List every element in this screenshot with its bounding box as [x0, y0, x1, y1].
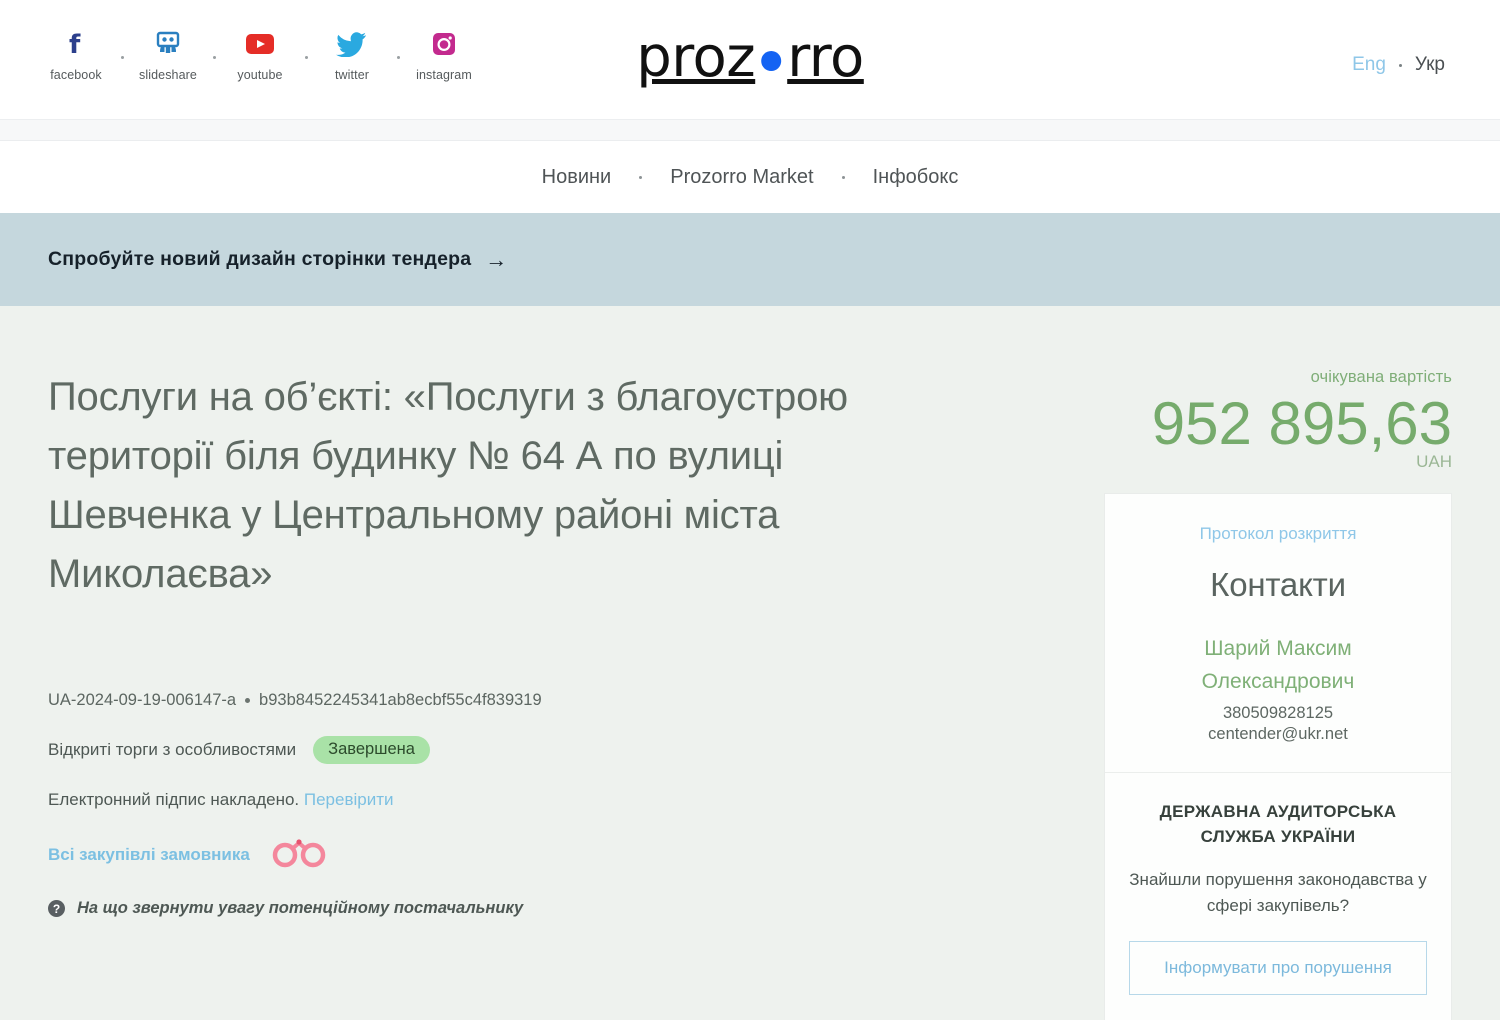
- social-link-instagram[interactable]: instagram: [408, 24, 480, 82]
- tender-links: Всі закупівлі замовника ? На що звернути…: [48, 836, 523, 918]
- social-label: youtube: [237, 68, 283, 82]
- contact-email: centender@ukr.net: [1208, 725, 1348, 744]
- social-links: f facebook slideshare youtube twitter in…: [40, 24, 480, 82]
- audit-service-question: Знайшли порушення законодавства у сфері …: [1129, 870, 1427, 916]
- contacts-section: Протокол розкриття Контакти Шарий Максим…: [1105, 494, 1451, 772]
- new-design-banner-link[interactable]: Спробуйте новий дизайн сторінки тендера …: [48, 248, 508, 271]
- verify-signature-link[interactable]: Перевірити: [304, 790, 394, 809]
- youtube-icon: [243, 24, 277, 64]
- banner-text: Спробуйте новий дизайн сторінки тендера: [48, 248, 472, 270]
- nav-item-news[interactable]: Новини: [514, 166, 640, 189]
- header-divider: [0, 119, 1500, 141]
- tender-id: UA-2024-09-19-006147-a: [48, 691, 237, 709]
- contact-person-name: Шарий Максим Олександрович: [1201, 637, 1355, 694]
- signature-text: Електронний підпис накладено.: [48, 789, 300, 809]
- prozorro-logo[interactable]: proz rro: [636, 30, 864, 86]
- twitter-icon: [336, 24, 368, 64]
- social-label: slideshare: [139, 68, 197, 82]
- nav-item-market[interactable]: Prozorro Market: [642, 166, 841, 189]
- procedure-row: Відкриті торги з особливостями Завершена: [48, 736, 878, 764]
- slideshare-icon: [153, 24, 183, 64]
- tender-hash: b93b8452245341ab8ecbf55c4f839319: [259, 691, 542, 709]
- svg-text:f: f: [69, 30, 81, 58]
- social-label: twitter: [334, 68, 370, 82]
- social-link-facebook[interactable]: f facebook: [40, 24, 112, 82]
- contact-phone: 380509828125: [1222, 704, 1334, 723]
- logo-text-left: proz: [636, 25, 756, 90]
- main-content: Послуги на об’єкті: «Послуги з благоустр…: [0, 306, 1500, 1020]
- report-violation-button[interactable]: Інформувати про порушення: [1129, 941, 1427, 996]
- language-switcher: Eng Укр: [1352, 54, 1445, 76]
- procedure-type: Відкриті торги з особливостями: [48, 739, 297, 759]
- tender-meta: UA-2024-09-19-006147-a b93b8452245341ab8…: [48, 691, 878, 810]
- all-purchases-link[interactable]: Всі закупівлі замовника: [48, 845, 250, 865]
- page-title: Послуги на об’єкті: «Послуги з благоустр…: [48, 375, 848, 596]
- social-label: facebook: [50, 68, 102, 82]
- language-option-ukr[interactable]: Укр: [1415, 54, 1445, 76]
- question-mark-icon: ?: [48, 900, 65, 917]
- expected-value-label: очікувана вартість: [1310, 368, 1452, 386]
- social-label: instagram: [416, 68, 472, 82]
- all-purchases-row: Всі закупівлі замовника: [48, 836, 523, 873]
- language-option-eng[interactable]: Eng: [1352, 54, 1386, 76]
- social-separator: [204, 24, 224, 64]
- nav-item-infobox[interactable]: Інфобокс: [845, 166, 987, 189]
- meta-separator-dot: [245, 698, 251, 703]
- right-sidebar: очікувана вартість 952 895,63 UAH Проток…: [1104, 306, 1452, 1020]
- language-separator: [1398, 63, 1402, 67]
- contacts-card: Протокол розкриття Контакти Шарий Максим…: [1104, 493, 1452, 1020]
- social-link-twitter[interactable]: twitter: [316, 24, 388, 82]
- audit-service-section: ДЕРЖАВНА АУДИТОРСЬКА СЛУЖБА УКРАЇНИ Знай…: [1105, 773, 1451, 1020]
- binoculars-icon[interactable]: [272, 836, 326, 873]
- contacts-heading: Контакти: [1210, 566, 1346, 604]
- instagram-icon: [430, 24, 458, 64]
- facebook-icon: f: [63, 24, 89, 64]
- logo-text-right: rro: [787, 25, 864, 90]
- supplier-hint-row[interactable]: ? На що звернути увагу потенційному пост…: [48, 899, 523, 918]
- logo-dot-icon: [761, 51, 782, 71]
- signature-row: Електронний підпис накладено. Перевірити: [48, 790, 878, 810]
- status-badge: Завершена: [313, 736, 430, 764]
- social-separator: [388, 24, 408, 64]
- new-design-banner: Спробуйте новий дизайн сторінки тендера …: [0, 213, 1500, 306]
- main-navigation: Новини Prozorro Market Інфобокс: [0, 141, 1500, 213]
- supplier-hint-text: На що звернути увагу потенційному постач…: [77, 899, 524, 917]
- social-link-youtube[interactable]: youtube: [224, 24, 296, 82]
- top-header: f facebook slideshare youtube twitter in…: [0, 0, 1500, 119]
- arrow-right-icon: →: [485, 246, 508, 272]
- social-separator: [296, 24, 316, 64]
- expected-value-amount: 952 895,63: [1151, 390, 1452, 457]
- social-separator: [112, 24, 132, 64]
- social-link-slideshare[interactable]: slideshare: [132, 24, 204, 82]
- audit-service-title: ДЕРЖАВНА АУДИТОРСЬКА СЛУЖБА УКРАЇНИ: [1159, 802, 1397, 847]
- disclosure-protocol-link[interactable]: Протокол розкриття: [1131, 524, 1425, 544]
- tender-identifiers: UA-2024-09-19-006147-a b93b8452245341ab8…: [48, 691, 878, 710]
